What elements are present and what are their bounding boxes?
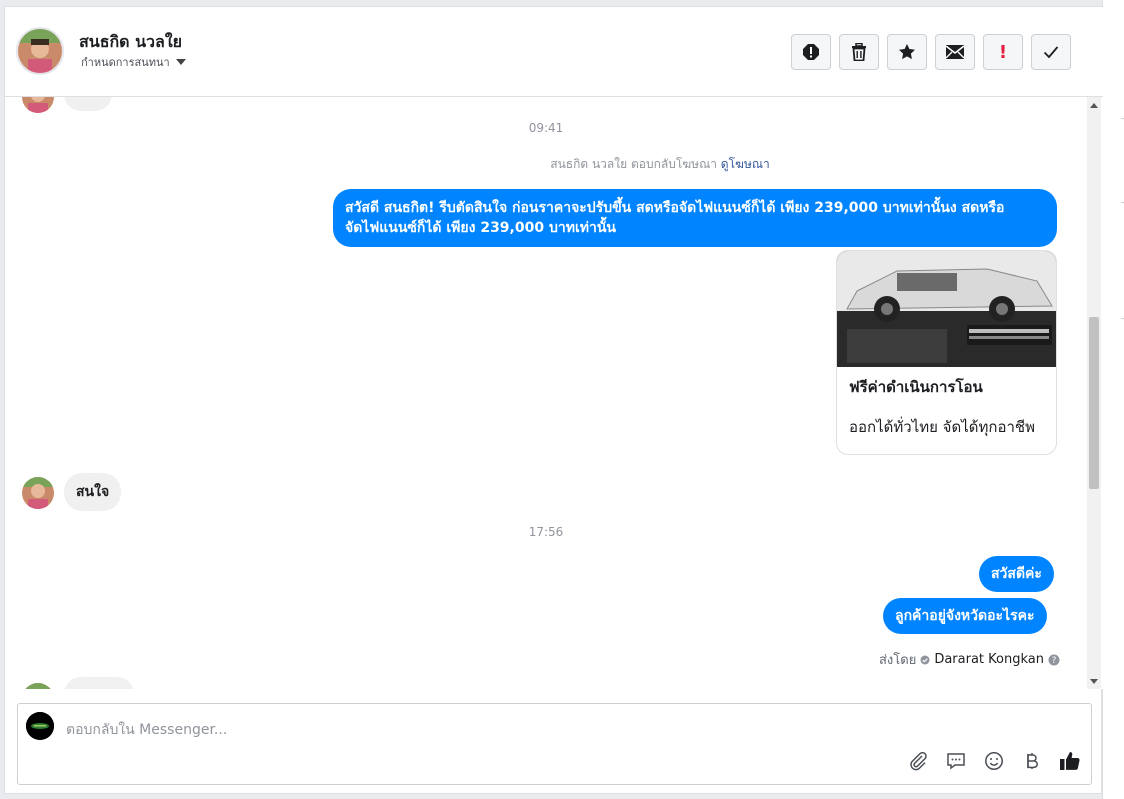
help-icon: ? <box>1048 654 1060 666</box>
app-frame: สนธกิด นวลใย กำหนดการสนทนา ! 09:41 สนธกิ… <box>0 0 1124 799</box>
conversation-settings-label: กำหนดการสนทนา <box>81 56 170 69</box>
mail-icon <box>945 45 965 59</box>
thumbs-up-icon <box>1060 752 1080 770</box>
ad-card-image <box>837 251 1056 367</box>
svg-text:?: ? <box>1052 656 1057 666</box>
conversation-settings-dropdown[interactable]: กำหนดการสนทนา <box>81 53 186 71</box>
ad-card[interactable]: ฟรีค่าดำเนินการโอน ออกได้ทั่วไทย จัดได้ท… <box>836 250 1057 455</box>
sender-avatar <box>22 97 54 113</box>
star-icon <box>899 44 915 60</box>
trash-icon <box>852 43 866 61</box>
thread-scrollbar[interactable] <box>1087 97 1101 689</box>
scroll-down-arrow-icon[interactable] <box>1090 679 1098 684</box>
ad-reply-note: สนธกิด นวลใย ตอบกลับโฆษณา ดูโฆษณา <box>5 155 1103 174</box>
message-bubble-outgoing: สวัสดีค่ะ <box>979 556 1054 592</box>
report-icon <box>803 44 819 60</box>
contact-name[interactable]: สนธกิด นวลใย <box>79 30 182 55</box>
message-bubble-incoming: สนใจ <box>64 473 122 511</box>
attach-button[interactable] <box>907 750 929 772</box>
message-text-line: จัดไฟแนนซ์ก็ได้ เพียง 239,000 บาทเท่านั้… <box>345 220 616 236</box>
message-bubble-outgoing: สวัสดี สนธกิต! รีบตัดสินใจ ก่อนราคาจะปรั… <box>333 189 1057 247</box>
paperclip-icon <box>910 751 927 771</box>
smiley-icon <box>985 752 1003 770</box>
ad-reply-text: สนธกิด นวลใย ตอบกลับโฆษณา <box>550 157 717 171</box>
message-bubble-incoming <box>64 677 134 689</box>
sent-by-label: ส่งโดย <box>879 653 917 668</box>
check-icon <box>1043 46 1059 59</box>
contact-avatar[interactable] <box>16 27 64 75</box>
baht-icon <box>1027 753 1038 769</box>
payment-button[interactable] <box>1021 750 1043 772</box>
message-text: สวัสดีค่ะ <box>991 566 1042 582</box>
mark-unread-button[interactable] <box>935 34 975 70</box>
sender-avatar <box>22 683 54 689</box>
scroll-up-arrow-icon[interactable] <box>1090 103 1098 108</box>
view-ad-link[interactable]: ดูโฆษณา <box>721 157 770 171</box>
message-text: สนใจ <box>76 484 110 500</box>
reply-composer[interactable]: ตอบกลับใน Messenger... <box>17 703 1092 785</box>
caret-down-icon <box>175 59 186 65</box>
verified-icon <box>920 655 930 664</box>
ad-card-subtitle: ออกได้ทั่วไทย จัดได้ทุกอาชีพ <box>849 418 1035 436</box>
like-button[interactable] <box>1059 750 1081 772</box>
report-button[interactable] <box>791 34 831 70</box>
mark-spam-button[interactable]: ! <box>983 34 1023 70</box>
sent-by-row: ส่งโดย Dararat Kongkan ? <box>879 649 1060 670</box>
timestamp: 17:56 <box>528 525 564 539</box>
scrollbar-thumb[interactable] <box>1089 317 1099 489</box>
chat-icon <box>947 753 965 770</box>
exclamation-icon: ! <box>998 41 1008 63</box>
composer-toolbar <box>907 750 1081 772</box>
reply-input[interactable]: ตอบกลับใน Messenger... <box>66 719 227 741</box>
emoji-button[interactable] <box>983 750 1005 772</box>
sender-avatar <box>22 477 54 509</box>
message-text: ลูกค้าอยู่จังหวัดอะไรคะ <box>895 608 1035 624</box>
message-text-line: สวัสดี สนธกิต! รีบตัดสินใจ ก่อนราคาจะปรั… <box>345 200 1005 216</box>
ad-card-title: ฟรีค่าดำเนินการโอน <box>849 378 983 396</box>
page-avatar <box>26 712 54 740</box>
sent-by-name[interactable]: Dararat Kongkan <box>934 652 1044 667</box>
message-bubble-outgoing: ลูกค้าอยู่จังหวัดอะไรคะ <box>883 598 1047 634</box>
mark-done-button[interactable] <box>1031 34 1071 70</box>
message-thread[interactable]: 09:41 สนธกิด นวลใย ตอบกลับโฆษณา ดูโฆษณา … <box>5 97 1103 689</box>
conversation-header: สนธกิด นวลใย กำหนดการสนทนา ! <box>5 7 1103 97</box>
conversation-panel: สนธกิด นวลใย กำหนดการสนทนา ! 09:41 สนธกิ… <box>4 6 1103 794</box>
delete-button[interactable] <box>839 34 879 70</box>
timestamp: 09:41 <box>528 121 564 135</box>
star-button[interactable] <box>887 34 927 70</box>
saved-replies-button[interactable] <box>945 750 967 772</box>
message-bubble-incoming <box>64 97 112 111</box>
action-toolbar: ! <box>791 34 1071 70</box>
right-edge-panel <box>1102 0 1124 799</box>
